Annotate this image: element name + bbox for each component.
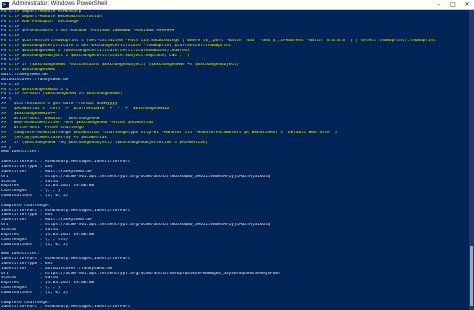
window-title: Administrator: Windows PowerShell <box>12 1 108 7</box>
window-controls: – □ ✕ <box>432 0 474 9</box>
close-button[interactable]: ✕ <box>460 0 474 9</box>
title-bar[interactable]: >_ Administrator: Windows PowerShell – □… <box>0 0 474 10</box>
powershell-window: >_ Administrator: Windows PowerShell – □… <box>0 0 474 310</box>
console-output[interactable]: PS C:\> Import-Module ACMESharp PS C:\> I… <box>1 10 469 310</box>
powershell-icon: >_ <box>2 1 9 8</box>
minimize-button[interactable]: – <box>432 0 446 9</box>
vertical-scrollbar[interactable] <box>469 10 474 310</box>
scrollbar-thumb[interactable] <box>470 246 473 306</box>
maximize-button[interactable]: □ <box>446 0 460 9</box>
console-line: IdentifierPart : ACMESharp.Messages.Iden… <box>1 305 131 310</box>
